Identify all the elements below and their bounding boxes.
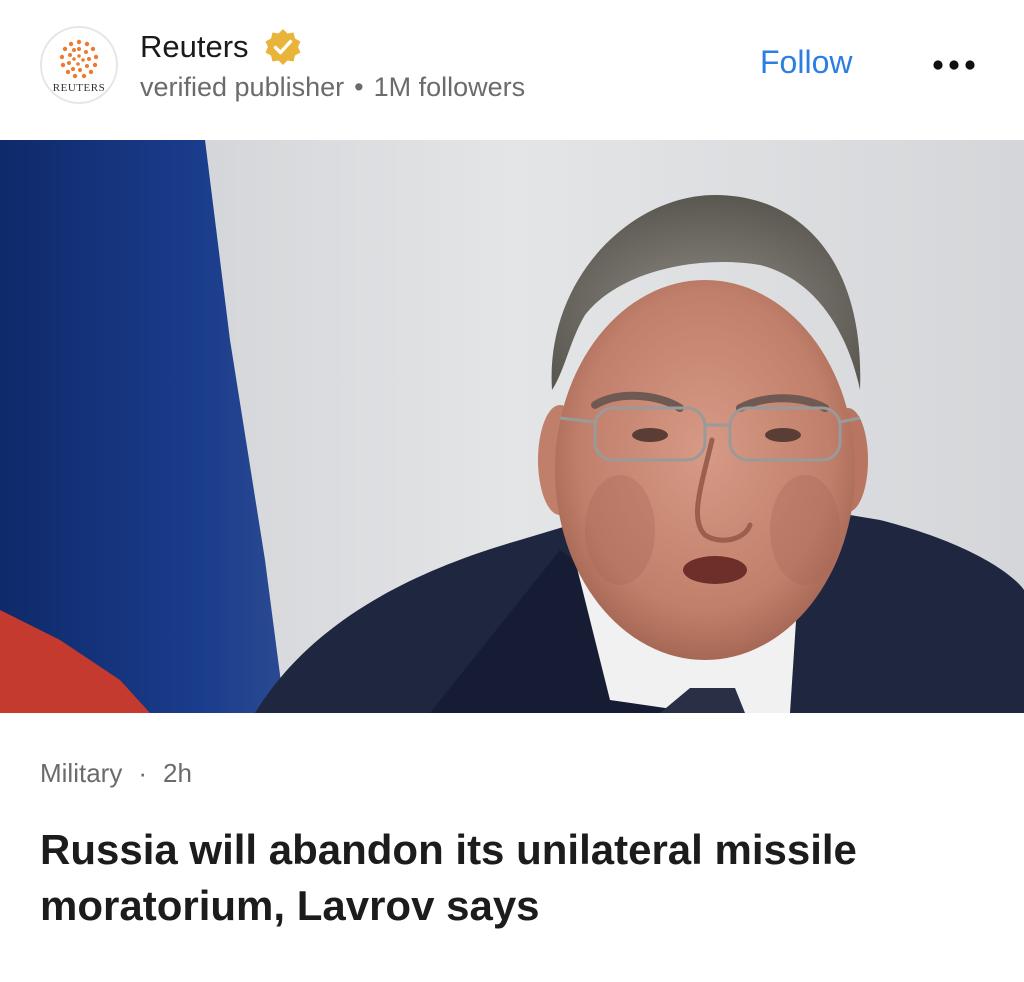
more-dots-icon [933,60,975,70]
reuters-logo-wordmark: REUTERS [52,82,106,94]
article-meta-separator: · [138,758,148,788]
article-image[interactable] [0,140,1024,713]
publisher-name-row: Reuters [140,24,303,70]
article-photo [0,140,1024,713]
publisher-header: REUTERS Reuters verified publisher • 1M fo… [0,0,1024,140]
article-meta: Military · 2h [40,758,192,789]
publisher-name[interactable]: Reuters [140,29,249,65]
article-time: 2h [163,758,192,788]
more-options-button[interactable] [928,52,980,78]
news-card[interactable]: REUTERS Reuters verified publisher • 1M fo… [0,0,1024,982]
follow-button[interactable]: Follow [760,44,852,81]
followers-count: 1M followers [373,72,526,102]
publisher-meta: verified publisher • 1M followers [140,72,525,103]
verified-check-icon [263,27,303,67]
publisher-status: verified publisher [140,72,345,102]
publisher-avatar[interactable]: REUTERS [40,26,118,104]
article-headline[interactable]: Russia will abandon its unilateral missi… [40,822,990,934]
meta-separator: • [354,72,364,102]
article-category[interactable]: Military [40,758,122,788]
